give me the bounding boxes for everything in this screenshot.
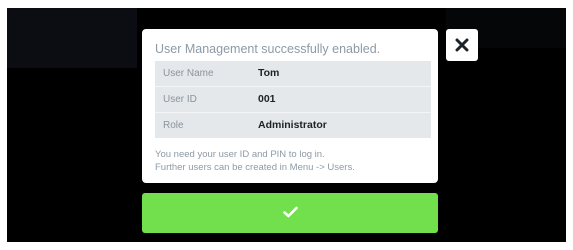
- confirmation-dialog: User Management successfully enabled. Us…: [142, 29, 438, 183]
- role-value: Administrator: [258, 119, 327, 131]
- user-info-table: User Name Tom User ID 001 Role Administr…: [155, 61, 431, 138]
- background-shade: [7, 8, 137, 68]
- user-id-value: 001: [258, 93, 276, 105]
- screen: User Management successfully enabled. Us…: [7, 8, 566, 242]
- table-row: User Name Tom: [155, 61, 431, 86]
- table-row: User ID 001: [155, 87, 431, 112]
- user-name-label: User Name: [163, 68, 214, 79]
- login-note-line: Further users can be created in Menu -> …: [155, 162, 355, 173]
- user-name-value: Tom: [258, 67, 280, 79]
- checkmark-icon: [283, 206, 298, 218]
- user-id-label: User ID: [163, 94, 197, 105]
- dialog-title: User Management successfully enabled.: [155, 42, 381, 56]
- confirm-button[interactable]: [142, 193, 438, 233]
- table-row: Role Administrator: [155, 113, 431, 138]
- login-note-line: You need your user ID and PIN to log in.: [155, 149, 325, 160]
- close-icon: [455, 38, 469, 52]
- close-button[interactable]: [446, 29, 478, 61]
- login-note: You need your user ID and PIN to log in.…: [155, 148, 355, 174]
- role-label: Role: [163, 120, 184, 131]
